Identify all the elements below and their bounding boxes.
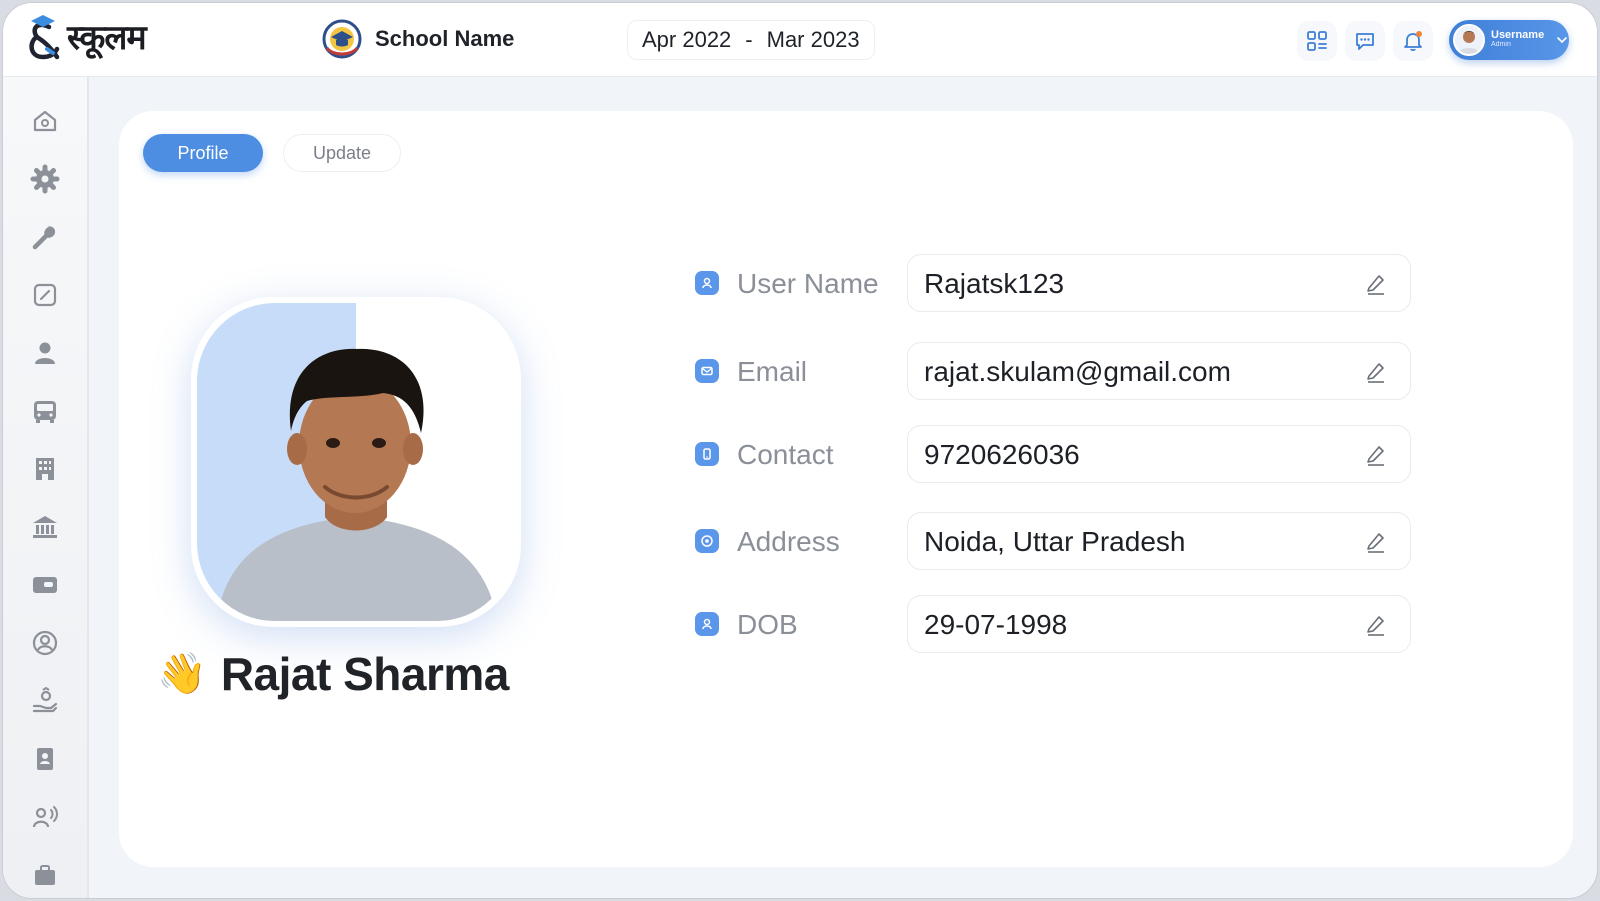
field-label-contact: Contact: [737, 439, 834, 470]
email-value: rajat.skulam@gmail.com: [924, 356, 1231, 387]
bus-icon: [34, 401, 56, 423]
sidebar-item-home[interactable]: [27, 103, 63, 139]
school-name: School Name: [375, 26, 515, 51]
field-label-address: Address: [737, 526, 840, 557]
dob-value: 29-07-1998: [924, 609, 1068, 640]
brand-logo[interactable]: स्कूलम: [23, 13, 147, 63]
profile-person-icon: [217, 348, 497, 621]
tab-profile[interactable]: Profile: [143, 134, 263, 172]
field-row-dob: DOB 29-07-1998: [695, 595, 1425, 653]
user-circle-icon: [32, 630, 58, 656]
field-row-username: User Name Rajatsk123: [695, 254, 1425, 312]
school-crest-icon: [322, 19, 362, 59]
sidebar-item-finance[interactable]: [27, 509, 63, 545]
contact-field[interactable]: 9720626036: [907, 425, 1411, 483]
sidebar-item-tools[interactable]: [27, 219, 63, 255]
sidebar-item-announcements[interactable]: [27, 799, 63, 835]
field-row-email: Email rajat.skulam@gmail.com: [695, 342, 1425, 400]
user-icon: [695, 271, 719, 295]
user-meta: Username Admin: [1491, 30, 1544, 50]
pencil-icon[interactable]: [1364, 271, 1388, 295]
email-field[interactable]: rajat.skulam@gmail.com: [907, 342, 1411, 400]
profile-full-name: Rajat Sharma: [220, 648, 510, 700]
field-label-dob: DOB: [737, 609, 798, 640]
apps-grid-icon: [1307, 31, 1327, 51]
edit-note-icon: [33, 283, 57, 307]
profile-card: Profile Update 👋 Rajat Sharma User Name …: [119, 111, 1573, 867]
profile-name-block: 👋 Rajat Sharma: [157, 647, 509, 701]
pencil-icon[interactable]: [1364, 442, 1388, 466]
user-menu[interactable]: Username Admin: [1449, 20, 1569, 60]
contact-value: 9720626036: [924, 439, 1080, 470]
brand-logo-text: स्कूलम: [67, 18, 147, 58]
username-value: Rajatsk123: [924, 268, 1065, 299]
address-value: Noida, Uttar Pradesh: [924, 526, 1186, 557]
id-card-icon: [33, 577, 57, 593]
sidebar-item-notes[interactable]: [27, 277, 63, 313]
mail-icon: [695, 359, 719, 383]
sidebar-item-cards[interactable]: [27, 567, 63, 603]
phone-icon: [695, 442, 719, 466]
field-label-username: User Name: [737, 268, 879, 299]
announce-user-icon: [32, 806, 58, 828]
field-label-email: Email: [737, 356, 808, 387]
field-row-address: Address Noida, Uttar Pradesh: [695, 512, 1425, 570]
tab-update[interactable]: Update: [283, 134, 401, 172]
sidebar-nav: [3, 77, 89, 898]
user-name: Username: [1491, 29, 1545, 41]
session-separator: -: [745, 27, 753, 52]
brand-ampersand-icon: [29, 15, 60, 60]
avatar: [1453, 24, 1485, 56]
field-row-contact: Contact 9720626036: [695, 425, 1425, 483]
app-window: स्कूलम School Name Apr 2022 - Mar 2023 U…: [2, 2, 1598, 899]
sidebar-item-users[interactable]: [27, 335, 63, 371]
apps-button[interactable]: [1297, 21, 1337, 61]
session-start: Apr 2022: [642, 27, 732, 52]
chevron-down-icon: [1557, 37, 1568, 44]
profile-photo[interactable]: [197, 303, 515, 621]
briefcase-icon: [35, 865, 55, 885]
sidebar-item-transport[interactable]: [27, 393, 63, 429]
avatar-person-icon: [1455, 26, 1483, 54]
pencil-icon[interactable]: [1364, 359, 1388, 383]
pencil-icon[interactable]: [1364, 529, 1388, 553]
gear-icon: [30, 164, 60, 194]
school-info: School Name: [321, 18, 514, 60]
address-field[interactable]: Noida, Uttar Pradesh: [907, 512, 1411, 570]
location-icon: [695, 529, 719, 553]
sidebar-item-settings[interactable]: [27, 161, 63, 197]
top-header: स्कूलम School Name Apr 2022 - Mar 2023 U…: [3, 3, 1597, 77]
session-end: Mar 2023: [766, 27, 860, 52]
wave-emoji: 👋: [157, 652, 207, 696]
bank-icon: [33, 516, 57, 538]
sidebar-item-donations[interactable]: [27, 683, 63, 719]
bell-icon: [1404, 31, 1422, 52]
hand-donation-icon: [32, 687, 58, 713]
profile-photo-frame: [191, 297, 521, 627]
wrench-icon: [32, 226, 56, 250]
sidebar-item-buildings[interactable]: [27, 451, 63, 487]
dob-field[interactable]: 29-07-1998: [907, 595, 1411, 653]
contact-book-icon: [37, 748, 53, 770]
home-icon: [33, 110, 57, 132]
building-icon: [36, 458, 54, 480]
user-role: Admin: [1491, 41, 1511, 48]
sidebar-item-accounts[interactable]: [27, 625, 63, 661]
session-selector[interactable]: Apr 2022 - Mar 2023: [627, 20, 875, 60]
messages-button[interactable]: [1345, 21, 1385, 61]
calendar-user-icon: [695, 612, 719, 636]
chat-icon: [1356, 33, 1374, 50]
pencil-icon[interactable]: [1364, 612, 1388, 636]
sidebar-item-contacts[interactable]: [27, 741, 63, 777]
notifications-button[interactable]: [1393, 21, 1433, 61]
username-field[interactable]: Rajatsk123: [907, 254, 1411, 312]
sidebar-item-jobs[interactable]: [27, 857, 63, 893]
user-icon: [35, 342, 55, 364]
